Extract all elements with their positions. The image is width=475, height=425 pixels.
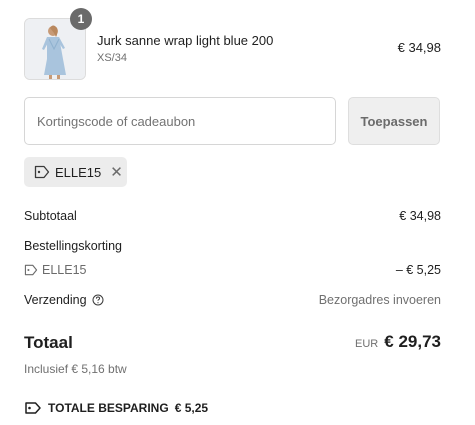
subtotal-value: € 34,98 [399,209,441,223]
help-icon[interactable] [92,294,104,306]
tax-note: Inclusief € 5,16 btw [24,362,127,376]
applied-discount-chip: ELLE15 ✕ [24,157,127,187]
product-name: Jurk sanne wrap light blue 200 [97,33,274,48]
applied-code-label: ELLE15 [55,164,102,180]
order-discount-code-label: ELLE15 [42,263,87,277]
shipping-label-group: Verzending [24,293,104,307]
total-value: € 29,73 [384,332,441,351]
total-amount: EUR € 29,73 [355,332,441,352]
order-discount-label: Bestellingskorting [24,239,122,253]
savings-value: € 5,25 [174,401,209,415]
shipping-label: Verzending [24,293,87,307]
tag-icon [34,165,50,179]
tag-icon [24,264,38,276]
currency-code: EUR [355,338,379,350]
apply-discount-button[interactable]: Toepassen [348,97,440,145]
total-label: Totaal [24,333,73,352]
subtotal-label: Subtotaal [24,209,77,223]
product-variant: XS/34 [97,52,127,64]
cart-line-item: 1 Jurk sanne wrap light blue 200 XS/34 €… [24,8,441,80]
quantity-badge: 1 [70,8,92,30]
total-savings: TOTALE BESPARING € 5,25 [24,401,208,415]
savings-tag-icon [25,402,41,414]
subtotal-row: Subtotaal € 34,98 [24,209,441,223]
product-price: € 34,98 [397,40,441,55]
product-thumbnail-wrapper: 1 [24,8,92,80]
shipping-value: Bezorgadres invoeren [318,293,441,307]
order-discount-row: Bestellingskorting [24,239,441,253]
order-discount-code: ELLE15 [24,263,441,277]
remove-discount-icon[interactable]: ✕ [110,165,123,180]
savings-label: TOTALE BESPARING [48,401,169,415]
shipping-row: Verzending Bezorgadres invoeren [24,293,441,307]
discount-code-input[interactable] [24,97,336,145]
order-discount-code-row: ELLE15 – € 5,25 [24,263,441,277]
order-discount-value: – € 5,25 [395,263,441,277]
